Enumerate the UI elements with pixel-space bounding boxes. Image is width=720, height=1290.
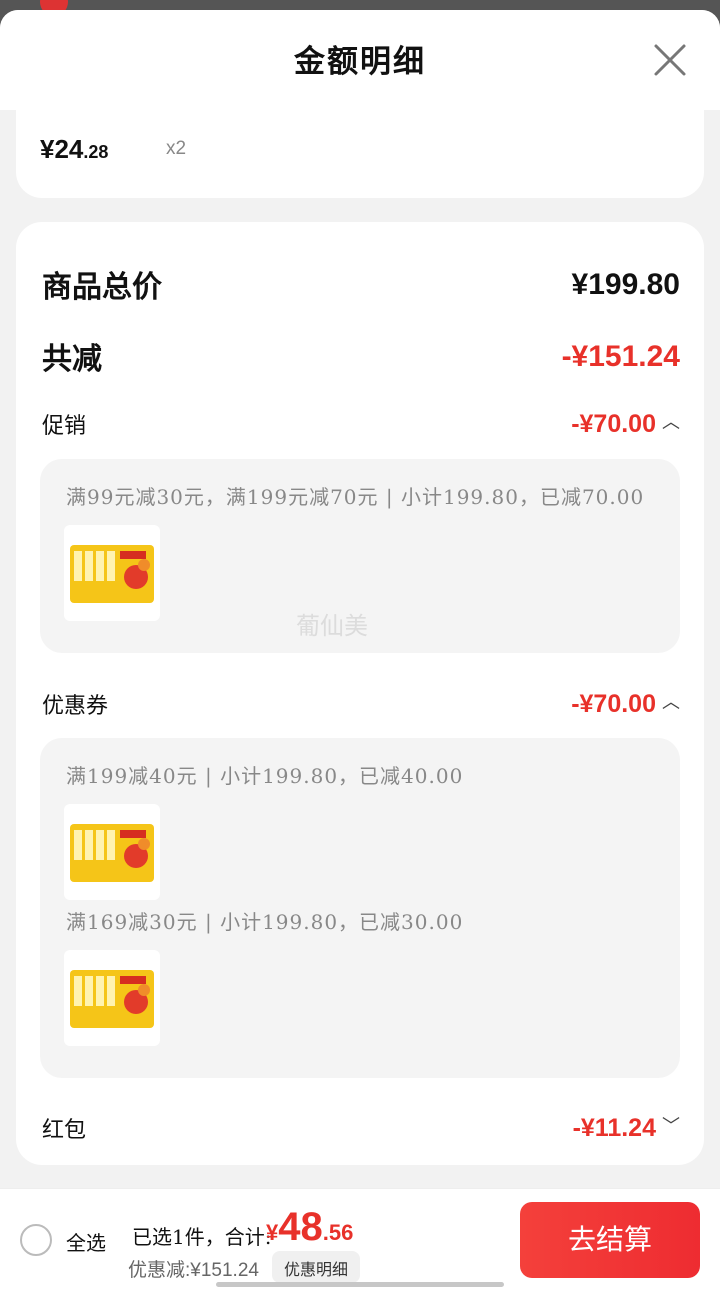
red-packet-label: 红包 <box>42 1118 87 1143</box>
product-thumbnail[interactable] <box>64 950 160 1046</box>
discount-summary: 优惠减:¥151.24 <box>128 1260 259 1281</box>
total-price-label: 商品总价 <box>42 270 162 305</box>
coupon-detail-box: 满199减40元 | 小计199.80，已减40.00 满169减30元 | 小… <box>40 738 680 1078</box>
chevron-up-icon: ︿ <box>662 692 680 712</box>
amount-detail-sheet: 金额明细 ¥24.28 x2 商品总价 ¥199.80 共减 -¥151.24 … <box>0 10 720 1290</box>
product-thumbnail[interactable] <box>64 804 160 900</box>
coupon-value: -¥70.00 <box>571 690 656 718</box>
total-integer: 48 <box>278 1205 323 1249</box>
price-main: ¥24 <box>40 134 84 164</box>
total-reduction-label: 共减 <box>42 342 102 377</box>
discount-detail-button[interactable]: 优惠明细 <box>272 1251 361 1283</box>
promotion-value: -¥70.00 <box>571 410 656 438</box>
price-cents: .28 <box>83 142 109 162</box>
price-breakdown-card: 商品总价 ¥199.80 共减 -¥151.24 促销 -¥70.00 ︿ 满99… <box>16 222 704 1165</box>
coupon-detail-text: 满169减30元 | 小计199.80，已减30.00 <box>66 910 464 934</box>
total-amount: ¥48.56 <box>266 1205 353 1250</box>
close-button[interactable] <box>650 40 690 80</box>
chevron-down-icon: ﹀ <box>662 1116 680 1136</box>
promotion-toggle[interactable]: -¥70.00 ︿ <box>571 408 680 439</box>
select-all-label[interactable]: 全选 <box>66 1227 106 1256</box>
total-price-value: ¥199.80 <box>571 268 680 301</box>
red-packet-value: -¥11.24 <box>572 1114 656 1142</box>
promotion-detail-text: 满99元减30元，满199元减70元 | 小计199.80，已减70.00 <box>66 485 645 509</box>
total-decimal: .56 <box>322 1220 354 1245</box>
total-reduction-value: -¥151.24 <box>561 340 680 373</box>
coupon-label: 优惠券 <box>42 694 109 719</box>
product-image <box>70 970 154 1028</box>
product-image <box>70 824 154 882</box>
product-image <box>70 545 154 603</box>
sheet-title: 金额明细 <box>294 44 426 80</box>
close-icon <box>654 44 686 76</box>
red-packet-toggle[interactable]: -¥11.24 ﹀ <box>573 1112 680 1143</box>
chevron-up-icon: ︿ <box>662 412 680 432</box>
checkout-button[interactable]: 去结算 <box>520 1202 700 1278</box>
checkout-bar: 全选 已选1件，合计: ¥48.56 优惠减:¥151.24 优惠明细 去结算 <box>0 1188 720 1290</box>
selected-summary: 已选1件，合计: <box>132 1225 272 1249</box>
coupon-toggle[interactable]: -¥70.00 ︿ <box>571 688 680 719</box>
product-quantity: x2 <box>166 138 187 159</box>
promotion-label: 促销 <box>42 414 87 439</box>
product-price-card: ¥24.28 x2 <box>16 108 704 198</box>
coupon-detail-text: 满199减40元 | 小计199.80，已减40.00 <box>66 764 464 788</box>
select-all-radio[interactable] <box>20 1224 52 1256</box>
total-yen: ¥ <box>266 1220 279 1245</box>
product-unit-price: ¥24.28 <box>40 134 108 165</box>
product-thumbnail[interactable] <box>64 525 160 621</box>
watermark-text: 葡仙美 <box>296 612 368 640</box>
sheet-header: 金额明细 <box>0 10 720 110</box>
home-indicator <box>216 1282 504 1287</box>
